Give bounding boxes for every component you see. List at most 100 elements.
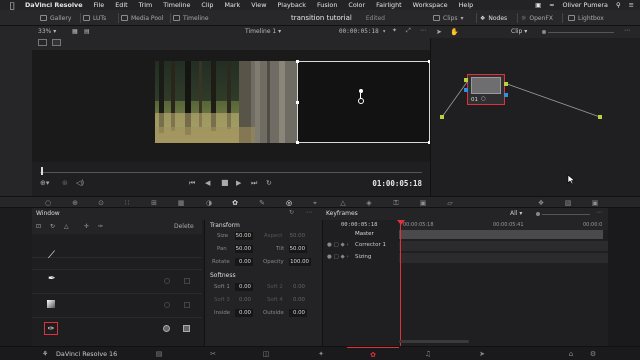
key-icon[interactable]: ⚿ xyxy=(392,199,400,207)
cut-page-icon[interactable]: ✂ xyxy=(208,350,218,358)
window-tool-line[interactable]: ⟋ xyxy=(32,246,202,270)
hand-icon[interactable]: ✋ xyxy=(450,28,459,36)
primary-bars-icon[interactable]: ∷ xyxy=(123,199,131,207)
inside-field[interactable]: 0.00 xyxy=(235,309,253,317)
more-options-icon[interactable]: ⋯ xyxy=(420,27,426,34)
keyframe-icon[interactable]: ▣ xyxy=(591,199,599,207)
3d-icon[interactable]: ▱ xyxy=(446,199,454,207)
split-view-icon[interactable] xyxy=(38,39,47,46)
node-output-port[interactable] xyxy=(504,82,508,86)
gallery-button[interactable]: Gallery xyxy=(40,10,71,26)
track-master[interactable]: Master xyxy=(355,231,374,237)
expand-icon[interactable]: ⤢ xyxy=(406,27,411,35)
node-input-port[interactable] xyxy=(464,78,468,82)
luts-button[interactable]: LUTs xyxy=(83,10,106,26)
zoom-slider-knob[interactable] xyxy=(542,30,546,34)
opacity-field[interactable]: 100.00 xyxy=(289,258,311,266)
home-icon[interactable]: ⌂ xyxy=(566,350,576,358)
app-name-menu[interactable]: DaVinci Resolve xyxy=(25,1,83,9)
enable-toggle[interactable] xyxy=(164,278,170,284)
invert-toggle[interactable] xyxy=(184,278,190,284)
viewer-layout-icon[interactable]: ▤ xyxy=(84,28,90,35)
menu-help[interactable]: Help xyxy=(459,1,474,9)
reverse-icon[interactable]: ◀ xyxy=(205,179,210,187)
curves-icon[interactable]: ✿ xyxy=(231,199,239,207)
node-key-input-port[interactable] xyxy=(464,88,468,92)
soft4-field[interactable]: 0.00 xyxy=(289,296,307,304)
zoom-slider-track[interactable] xyxy=(542,214,590,215)
apple-icon[interactable]:  xyxy=(8,1,16,10)
soft1-field[interactable]: 0.00 xyxy=(235,283,253,291)
menu-fusion[interactable]: Fusion xyxy=(317,1,337,9)
menu-clip[interactable]: Clip xyxy=(201,1,213,9)
invert-toggle[interactable] xyxy=(184,302,190,308)
play-icon[interactable]: ▶ xyxy=(236,179,241,187)
sizing-icon[interactable]: ▣ xyxy=(419,199,427,207)
menu-list-icon[interactable]: ≡ xyxy=(629,1,634,9)
video-viewer[interactable] xyxy=(32,50,431,162)
color-wheels-icon[interactable]: ○ xyxy=(44,199,52,207)
deliver-page-icon[interactable]: ➤ xyxy=(477,350,487,358)
soft2-field[interactable]: 0.00 xyxy=(289,283,307,291)
invert-toggle[interactable] xyxy=(183,325,190,332)
menu-mark[interactable]: Mark xyxy=(225,1,241,9)
keyframe-playhead[interactable] xyxy=(400,220,401,346)
pen-icon[interactable]: ✑ xyxy=(98,223,103,230)
reset-icon[interactable]: ↻ xyxy=(289,209,294,216)
skip-end-icon[interactable]: ⏭ xyxy=(251,179,257,188)
center-handle[interactable] xyxy=(358,98,364,104)
delete-button[interactable]: Delete xyxy=(174,223,194,230)
track-forward-icon[interactable]: ⊡ xyxy=(36,223,41,230)
menu-view[interactable]: View xyxy=(251,1,266,9)
tracker-icon[interactable]: ⌖ xyxy=(311,199,319,207)
nodes-button[interactable]: ❖ Nodes xyxy=(480,10,507,26)
track-reverse-icon[interactable]: ↻ xyxy=(50,223,55,230)
screen-icon[interactable]: ▣ xyxy=(535,1,541,9)
zoom-slider-track[interactable] xyxy=(548,32,614,33)
menu-fairlight[interactable]: Fairlight xyxy=(376,1,402,9)
blur-icon[interactable]: ◈ xyxy=(365,199,373,207)
add-icon[interactable]: ✛ xyxy=(84,223,89,230)
scopes-icon[interactable]: ❖ xyxy=(537,199,545,207)
edit-page-icon[interactable]: ◫ xyxy=(261,350,271,358)
motion-effects-icon[interactable]: ⊙ xyxy=(97,199,105,207)
soft3-field[interactable]: 0.00 xyxy=(235,296,253,304)
clips-button[interactable]: Clips ▾ xyxy=(433,10,463,26)
magic-mask-icon[interactable]: △ xyxy=(339,199,347,207)
zoom-slider-knob[interactable] xyxy=(536,212,540,216)
pointer-icon[interactable]: ➤ xyxy=(436,28,442,36)
timecode-display-top[interactable]: 00:00:05:18 ▾ xyxy=(339,28,386,35)
timeline-dropdown[interactable]: Timeline 1 ▾ xyxy=(245,28,281,35)
scrub-bar[interactable] xyxy=(40,172,422,173)
wifi-icon[interactable]: ≈ xyxy=(549,1,554,9)
menu-playback[interactable]: Playback xyxy=(277,1,306,9)
hdr-icon[interactable]: ◑ xyxy=(205,199,213,207)
audio-icon[interactable]: ⊛ xyxy=(62,179,68,187)
window-tool-curve[interactable]: ✑ xyxy=(32,318,202,342)
zoom-dropdown[interactable]: 33% ▾ xyxy=(38,28,56,35)
more-options-icon[interactable]: ⋯ xyxy=(624,27,630,34)
invert-icon[interactable]: △ xyxy=(64,223,69,230)
loop-icon[interactable]: ↻ xyxy=(266,179,272,187)
more-options-icon[interactable]: ⋯ xyxy=(306,209,312,216)
viewer-mode-icon[interactable]: ⊕▾ xyxy=(40,179,49,187)
viewer-option-icon[interactable]: ▦ xyxy=(72,28,78,35)
keyframe-filter-dropdown[interactable]: All ▾ xyxy=(510,210,522,217)
rotate-field[interactable]: 0.00 xyxy=(235,258,253,266)
menu-trim[interactable]: Trim xyxy=(139,1,153,9)
keyframe-ruler[interactable]: 00:00:05:18 00:00:05:41 00:00:0 xyxy=(399,220,609,230)
qualifier-icon[interactable]: ✎ xyxy=(258,199,266,207)
transition-window-shape[interactable] xyxy=(296,60,431,144)
menu-file[interactable]: File xyxy=(94,1,105,9)
track-toggles[interactable]: ● ▢ ◆ › xyxy=(327,242,349,248)
track-sizing[interactable]: Sizing xyxy=(355,254,371,260)
corrector-node[interactable]: 01 ○ xyxy=(467,74,505,105)
more-options-icon[interactable]: ⋯ xyxy=(596,209,602,216)
transform-icon[interactable]: ✦ xyxy=(392,27,397,34)
size-field[interactable]: 50.00 xyxy=(235,232,253,240)
track-corrector-1[interactable]: Corrector 1 xyxy=(355,242,386,248)
openfx-button[interactable]: ☼ OpenFX xyxy=(521,10,553,26)
node-key-output-port[interactable] xyxy=(504,93,508,97)
corner-handle[interactable] xyxy=(296,141,299,144)
tilt-field[interactable]: 50.00 xyxy=(289,245,307,253)
